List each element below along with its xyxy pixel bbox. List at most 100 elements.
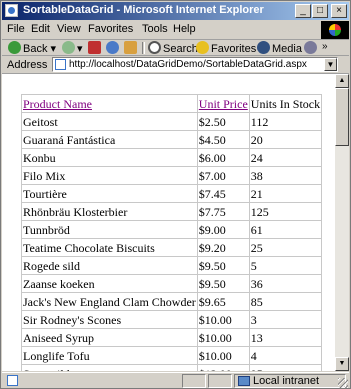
unit-price-cell: $9.50 — [196, 256, 250, 275]
units-in-stock-cell: 85 — [248, 292, 323, 311]
menu-tools[interactable]: Tools — [142, 23, 168, 35]
units-in-stock-cell: 13 — [248, 328, 323, 347]
table-row: Jack's New England Clam Chowder $9.65 85 — [21, 292, 323, 311]
data-grid: Product Name Unit Price Units In Stock G… — [21, 94, 323, 371]
window-title: SortableDataGrid - Microsoft Internet Ex… — [23, 4, 264, 16]
menu-file[interactable]: File — [7, 23, 25, 35]
stop-button[interactable] — [88, 41, 103, 55]
forward-button[interactable]: ▾ — [62, 41, 83, 55]
menu-edit[interactable]: Edit — [31, 23, 50, 35]
maximize-button[interactable]: □ — [312, 4, 328, 18]
product-name-cell: Jack's New England Clam Chowder — [21, 292, 198, 311]
status-pane — [208, 374, 232, 388]
refresh-icon — [106, 41, 119, 54]
unit-price-cell: $4.50 — [196, 130, 250, 149]
unit-price-cell: $10.00 — [196, 328, 250, 347]
units-in-stock-cell: 21 — [248, 184, 323, 203]
address-label: Address — [7, 59, 48, 71]
search-button[interactable]: Search — [148, 41, 198, 55]
address-input[interactable]: http://localhost/DataGridDemo/SortableDa… — [52, 57, 338, 72]
unit-price-cell: $7.00 — [196, 166, 250, 185]
table-row: Rhönbräu Klosterbier $7.75 125 — [21, 202, 323, 221]
table-row: Konbu $6.00 24 — [21, 148, 323, 167]
resize-grip-icon[interactable] — [338, 378, 348, 388]
header-row: Product Name Unit Price Units In Stock — [21, 94, 323, 113]
product-name-cell: Geitost — [21, 112, 198, 131]
stop-icon — [88, 41, 101, 54]
units-in-stock-cell: 61 — [248, 220, 323, 239]
product-name-cell: Tourtière — [21, 184, 198, 203]
page-icon — [55, 59, 66, 70]
units-in-stock-cell: 20 — [248, 130, 323, 149]
units-in-stock-cell: 112 — [248, 112, 323, 131]
unit-price-cell: $7.45 — [196, 184, 250, 203]
intranet-zone-icon — [238, 376, 250, 386]
menu-favorites[interactable]: Favorites — [88, 23, 133, 35]
units-in-stock-cell: 24 — [248, 148, 323, 167]
scroll-down-icon[interactable]: ▼ — [335, 357, 349, 371]
menu-help[interactable]: Help — [173, 23, 196, 35]
table-row: Longlife Tofu $10.00 4 — [21, 346, 323, 365]
table-row: Geitost $2.50 112 — [21, 112, 323, 131]
column-header-unit-price[interactable]: Unit Price — [196, 94, 250, 113]
menu-bar: File Edit View Favorites Tools Help — [2, 21, 349, 40]
table-row: Tourtière $7.45 21 — [21, 184, 323, 203]
unit-price-cell: $6.00 — [196, 148, 250, 167]
scroll-thumb[interactable] — [335, 88, 349, 146]
ie-page-icon — [5, 4, 18, 17]
toolbar-separator — [142, 42, 145, 54]
unit-price-cell: $2.50 — [196, 112, 250, 131]
unit-price-cell: $9.50 — [196, 274, 250, 293]
product-name-cell: Longlife Tofu — [21, 346, 198, 365]
table-row: Zaanse koeken $9.50 36 — [21, 274, 323, 293]
back-button[interactable]: Back ▾ — [8, 41, 56, 55]
windows-logo-icon — [321, 21, 349, 39]
units-in-stock-cell: 95 — [248, 364, 323, 371]
units-in-stock-cell: 4 — [248, 346, 323, 365]
column-header-product-name[interactable]: Product Name — [21, 94, 198, 113]
product-name-cell: Konbu — [21, 148, 198, 167]
table-row: Teatime Chocolate Biscuits $9.20 25 — [21, 238, 323, 257]
toolbar-chevron[interactable]: » — [322, 41, 328, 55]
units-in-stock-cell: 25 — [248, 238, 323, 257]
product-name-cell: Sir Rodney's Scones — [21, 310, 198, 329]
product-name-cell: Aniseed Syrup — [21, 328, 198, 347]
product-name-cell: Zaanse koeken — [21, 274, 198, 293]
sort-product-name-link[interactable]: Product Name — [23, 97, 92, 111]
unit-price-cell: $12.00 — [196, 364, 250, 371]
scroll-up-icon[interactable]: ▲ — [335, 74, 349, 88]
product-name-cell: Rhönbräu Klosterbier — [21, 202, 198, 221]
menu-view[interactable]: View — [57, 23, 81, 35]
minimize-button[interactable]: _ — [295, 4, 311, 18]
address-dropdown-icon[interactable]: ▼ — [324, 58, 337, 71]
refresh-button[interactable] — [106, 41, 121, 55]
home-button[interactable] — [124, 41, 139, 55]
product-name-cell: Spegesild — [21, 364, 198, 371]
units-in-stock-cell: 5 — [248, 256, 323, 275]
address-bar: Address http://localhost/DataGridDemo/So… — [2, 56, 349, 74]
table-row: Aniseed Syrup $10.00 13 — [21, 328, 323, 347]
column-header-units-in-stock: Units In Stock — [248, 94, 323, 113]
zone-label: Local intranet — [253, 375, 320, 387]
product-name-cell: Teatime Chocolate Biscuits — [21, 238, 198, 257]
media-icon — [257, 41, 270, 54]
unit-price-cell: $9.00 — [196, 220, 250, 239]
history-icon — [304, 41, 317, 54]
table-row: Rogede sild $9.50 5 — [21, 256, 323, 275]
favorites-button[interactable]: Favorites — [196, 41, 256, 55]
units-in-stock-cell: 3 — [248, 310, 323, 329]
close-button[interactable]: × — [331, 4, 347, 18]
units-in-stock-cell: 36 — [248, 274, 323, 293]
favorites-star-icon — [196, 41, 209, 54]
table-row: Sir Rodney's Scones $10.00 3 — [21, 310, 323, 329]
status-bar: Local intranet — [2, 372, 349, 388]
sort-unit-price-link[interactable]: Unit Price — [199, 97, 248, 111]
vertical-scrollbar[interactable]: ▲ ▼ — [335, 74, 349, 371]
media-button[interactable]: Media — [257, 41, 302, 55]
units-in-stock-cell: 38 — [248, 166, 323, 185]
table-row: Spegesild$12.0095 — [21, 364, 323, 371]
title-bar: SortableDataGrid - Microsoft Internet Ex… — [2, 2, 349, 20]
table-row: Guaraná Fantástica $4.50 20 — [21, 130, 323, 149]
page-content: Product Name Unit Price Units In Stock G… — [2, 74, 335, 371]
history-button[interactable] — [304, 41, 319, 55]
